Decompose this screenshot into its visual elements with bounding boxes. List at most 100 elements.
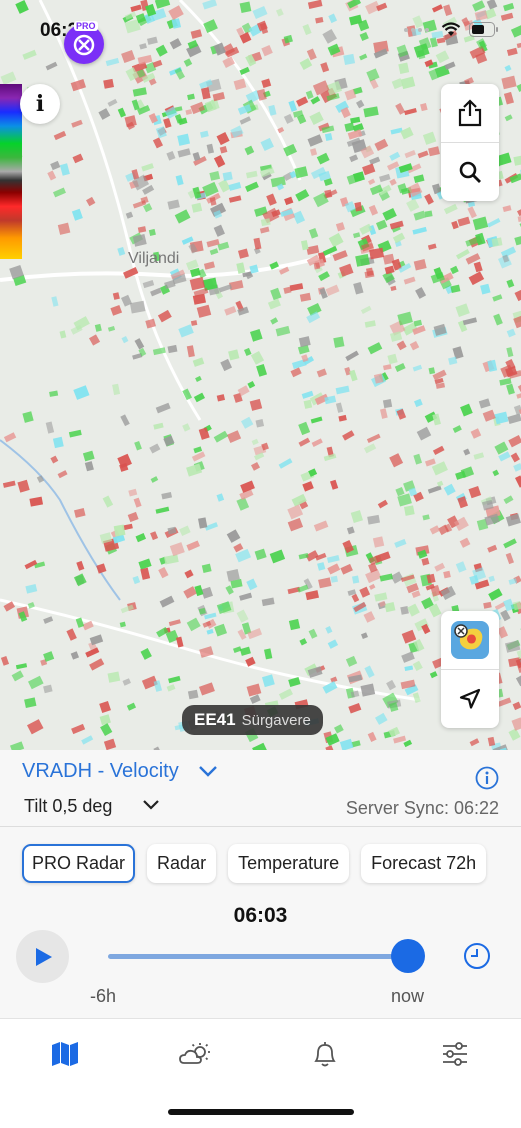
radar-cell: [317, 153, 330, 165]
radar-cell: [425, 211, 433, 218]
radar-cell: [58, 223, 71, 235]
radar-cell: [421, 558, 429, 566]
radar-cell: [336, 402, 343, 412]
signal-dots-icon: [404, 28, 429, 32]
timeline-knob[interactable]: [391, 939, 425, 973]
radar-cell: [397, 312, 413, 326]
divider: [0, 826, 521, 827]
radar-cell: [46, 421, 54, 433]
radar-cell: [352, 575, 359, 583]
chip-radar[interactable]: Radar: [147, 844, 216, 883]
timeline-track[interactable]: [108, 954, 408, 959]
radar-cell: [425, 458, 436, 466]
chip-pro-radar[interactable]: PRO Radar: [22, 844, 135, 883]
map-info-button[interactable]: i: [20, 84, 60, 124]
radar-cell: [167, 684, 176, 692]
radar-cell: [395, 487, 404, 496]
radar-cell: [138, 226, 146, 233]
radar-cell: [234, 79, 247, 90]
velocity-legend-bar[interactable]: [0, 84, 22, 259]
share-button[interactable]: [441, 84, 499, 142]
radar-cell: [283, 287, 291, 294]
radar-cell: [299, 638, 307, 645]
radar-cell: [240, 1, 252, 13]
radar-cell: [167, 199, 179, 209]
radar-cell: [106, 58, 120, 66]
radar-cell: [467, 206, 477, 218]
radar-cell: [256, 419, 265, 427]
radar-cell: [450, 266, 459, 274]
radar-cell: [168, 676, 180, 683]
radar-cell: [118, 108, 126, 118]
play-button[interactable]: [16, 930, 69, 983]
radar-cell: [405, 150, 416, 158]
radar-cell: [361, 683, 376, 696]
radar-cell: [400, 606, 409, 615]
chip-temperature[interactable]: Temperature: [228, 844, 349, 883]
chip-forecast-72h[interactable]: Forecast 72h: [361, 844, 486, 883]
radar-cell: [402, 630, 417, 644]
radar-cell: [407, 604, 420, 617]
radar-cell: [191, 29, 203, 39]
radar-cell: [336, 222, 345, 231]
radar-cell: [349, 370, 358, 382]
radar-cell: [430, 671, 438, 678]
tab-settings[interactable]: [435, 1037, 475, 1071]
radar-cell: [153, 60, 163, 68]
radar-cell: [110, 305, 122, 316]
radar-cell: [228, 349, 239, 360]
radar-cell: [130, 301, 146, 314]
radar-cell: [266, 193, 277, 205]
radar-station-tag[interactable]: EE41Sürgavere: [182, 705, 323, 735]
app-logo[interactable]: PRO: [64, 24, 104, 64]
radar-cell: [487, 0, 498, 10]
radar-cell: [375, 713, 388, 725]
layer-style-button[interactable]: [441, 611, 499, 669]
radar-cell: [133, 87, 147, 96]
tab-weather[interactable]: [175, 1037, 215, 1071]
radar-cell: [380, 574, 393, 582]
radar-cell: [270, 317, 278, 324]
radar-cell: [503, 205, 512, 212]
tilt-chevron-down-icon[interactable]: [142, 798, 160, 811]
tab-alerts[interactable]: [305, 1037, 345, 1071]
radar-cell: [517, 43, 521, 48]
product-info-icon[interactable]: [475, 766, 499, 790]
tab-map[interactable]: [45, 1037, 85, 1071]
wifi-icon: [441, 22, 461, 37]
radar-cell: [108, 99, 118, 107]
radar-cell: [98, 108, 110, 120]
radar-cell: [413, 365, 422, 372]
radar-cell: [217, 132, 230, 145]
radar-cell: [451, 221, 459, 229]
radar-cell: [66, 628, 76, 640]
radar-cell: [331, 576, 338, 583]
radar-cell: [112, 384, 120, 395]
chevron-down-icon[interactable]: [198, 764, 218, 778]
radar-cell: [297, 585, 308, 593]
search-button[interactable]: [441, 142, 499, 201]
locate-me-button[interactable]: [441, 669, 499, 728]
play-icon: [32, 946, 54, 968]
radar-cell: [245, 182, 259, 192]
home-indicator: [168, 1109, 354, 1115]
radar-cell: [239, 67, 249, 75]
radar-cell: [166, 151, 175, 161]
radar-cell: [437, 481, 443, 487]
radar-cell: [366, 68, 379, 81]
radar-cell: [317, 562, 325, 571]
radar-cell: [214, 43, 226, 56]
battery-icon: [469, 22, 499, 37]
product-selector[interactable]: VRADH - Velocity: [22, 760, 179, 783]
radar-cell: [154, 680, 162, 692]
radar-cell: [338, 415, 346, 422]
radar-cell: [404, 665, 413, 671]
tilt-selector[interactable]: Tilt 0,5 deg: [24, 796, 112, 817]
radar-cell: [508, 414, 521, 425]
radar-cell: [353, 282, 363, 295]
clock-icon[interactable]: [463, 942, 491, 970]
radar-cell: [360, 32, 369, 41]
radar-cell: [262, 598, 275, 607]
radar-cell: [511, 25, 521, 37]
radar-cell: [120, 622, 126, 628]
